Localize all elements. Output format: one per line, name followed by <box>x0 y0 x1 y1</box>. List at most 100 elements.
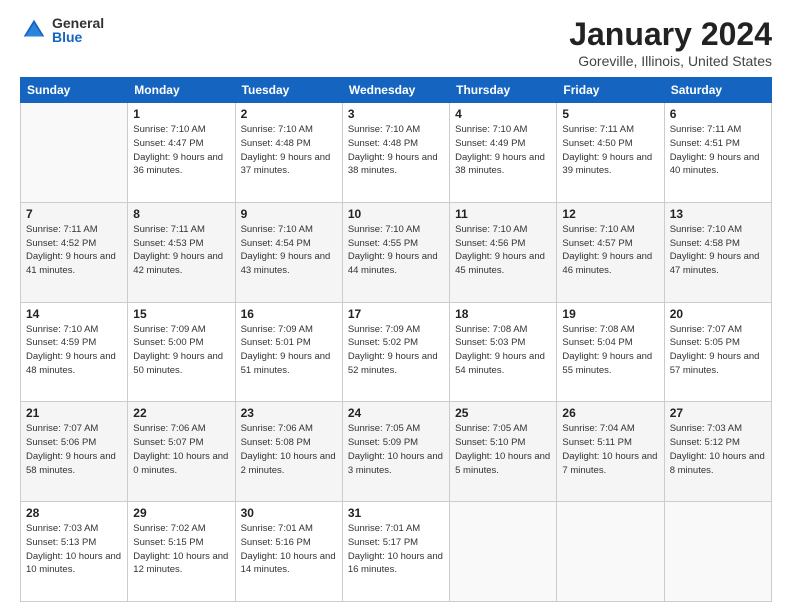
calendar-title: January 2024 <box>569 16 772 53</box>
day-number: 18 <box>455 307 551 321</box>
col-thursday: Thursday <box>450 78 557 103</box>
day-info: Sunrise: 7:04 AMSunset: 5:11 PMDaylight:… <box>562 422 658 477</box>
day-info: Sunrise: 7:10 AMSunset: 4:54 PMDaylight:… <box>241 223 337 278</box>
day-number: 1 <box>133 107 229 121</box>
day-number: 22 <box>133 406 229 420</box>
calendar-cell: 11 Sunrise: 7:10 AMSunset: 4:56 PMDayligh… <box>450 202 557 302</box>
calendar-cell: 3Sunrise: 7:10 AMSunset: 4:48 PMDaylight… <box>342 103 449 203</box>
day-number: 17 <box>348 307 444 321</box>
calendar-cell: 23 Sunrise: 7:06 AMSunset: 5:08 PMDayligh… <box>235 402 342 502</box>
header: General Blue January 2024 Goreville, Ill… <box>20 16 772 69</box>
calendar-cell: 27 Sunrise: 7:03 AMSunset: 5:12 PMDayligh… <box>664 402 771 502</box>
day-number: 6 <box>670 107 766 121</box>
title-block: January 2024 Goreville, Illinois, United… <box>569 16 772 69</box>
calendar-cell: 6 Sunrise: 7:11 AMSunset: 4:51 PMDaylight… <box>664 103 771 203</box>
day-info: Sunrise: 7:10 AMSunset: 4:58 PMDaylight:… <box>670 223 766 278</box>
calendar-cell <box>557 502 664 602</box>
calendar-cell: 30 Sunrise: 7:01 AMSunset: 5:16 PMDayligh… <box>235 502 342 602</box>
day-info: Sunrise: 7:11 AMSunset: 4:52 PMDaylight:… <box>26 223 122 278</box>
day-number: 26 <box>562 406 658 420</box>
day-number: 2 <box>241 107 337 121</box>
page: General Blue January 2024 Goreville, Ill… <box>0 0 792 612</box>
day-number: 28 <box>26 506 122 520</box>
day-info: Sunrise: 7:09 AMSunset: 5:00 PMDaylight:… <box>133 323 229 378</box>
col-monday: Monday <box>128 78 235 103</box>
calendar-cell: 20 Sunrise: 7:07 AMSunset: 5:05 PMDayligh… <box>664 302 771 402</box>
calendar-cell <box>664 502 771 602</box>
col-wednesday: Wednesday <box>342 78 449 103</box>
calendar-cell: 31 Sunrise: 7:01 AMSunset: 5:17 PMDayligh… <box>342 502 449 602</box>
day-info: Sunrise: 7:07 AMSunset: 5:05 PMDaylight:… <box>670 323 766 378</box>
calendar-cell: 28 Sunrise: 7:03 AMSunset: 5:13 PMDayligh… <box>21 502 128 602</box>
day-info: Sunrise: 7:06 AMSunset: 5:08 PMDaylight:… <box>241 422 337 477</box>
calendar-cell: 2 Sunrise: 7:10 AMSunset: 4:48 PMDaylight… <box>235 103 342 203</box>
col-friday: Friday <box>557 78 664 103</box>
day-info: Sunrise: 7:09 AMSunset: 5:02 PMDaylight:… <box>348 323 444 378</box>
day-number: 23 <box>241 406 337 420</box>
calendar-cell: 22 Sunrise: 7:06 AMSunset: 5:07 PMDayligh… <box>128 402 235 502</box>
day-number: 13 <box>670 207 766 221</box>
day-number: 24 <box>348 406 444 420</box>
day-info: Sunrise: 7:05 AMSunset: 5:10 PMDaylight:… <box>455 422 551 477</box>
calendar-cell <box>450 502 557 602</box>
day-info: Sunrise: 7:03 AMSunset: 5:12 PMDaylight:… <box>670 422 766 477</box>
logo-general-text: General <box>52 16 104 30</box>
calendar-cell: 21 Sunrise: 7:07 AMSunset: 5:06 PMDayligh… <box>21 402 128 502</box>
calendar-cell: 1 Sunrise: 7:10 AMSunset: 4:47 PMDaylight… <box>128 103 235 203</box>
calendar-cell: 15 Sunrise: 7:09 AMSunset: 5:00 PMDayligh… <box>128 302 235 402</box>
day-info: Sunrise: 7:10 AMSunset: 4:55 PMDaylight:… <box>348 223 444 278</box>
day-info: Sunrise: 7:11 AMSunset: 4:53 PMDaylight:… <box>133 223 229 278</box>
day-number: 19 <box>562 307 658 321</box>
calendar-cell: 19 Sunrise: 7:08 AMSunset: 5:04 PMDayligh… <box>557 302 664 402</box>
day-number: 9 <box>241 207 337 221</box>
day-number: 5 <box>562 107 658 121</box>
calendar-table: Sunday Monday Tuesday Wednesday Thursday… <box>20 77 772 602</box>
day-number: 30 <box>241 506 337 520</box>
day-number: 31 <box>348 506 444 520</box>
calendar-cell: 25 Sunrise: 7:05 AMSunset: 5:10 PMDayligh… <box>450 402 557 502</box>
day-info: Sunrise: 7:11 AMSunset: 4:51 PMDaylight:… <box>670 123 766 178</box>
day-number: 15 <box>133 307 229 321</box>
calendar-cell: 8 Sunrise: 7:11 AMSunset: 4:53 PMDaylight… <box>128 202 235 302</box>
day-info: Sunrise: 7:07 AMSunset: 5:06 PMDaylight:… <box>26 422 122 477</box>
day-info: Sunrise: 7:10 AMSunset: 4:56 PMDaylight:… <box>455 223 551 278</box>
calendar-location: Goreville, Illinois, United States <box>569 53 772 69</box>
day-info: Sunrise: 7:06 AMSunset: 5:07 PMDaylight:… <box>133 422 229 477</box>
calendar-week-row-5: 28 Sunrise: 7:03 AMSunset: 5:13 PMDayligh… <box>21 502 772 602</box>
day-number: 12 <box>562 207 658 221</box>
day-info: Sunrise: 7:10 AMSunset: 4:47 PMDaylight:… <box>133 123 229 178</box>
day-number: 27 <box>670 406 766 420</box>
day-number: 21 <box>26 406 122 420</box>
col-tuesday: Tuesday <box>235 78 342 103</box>
day-number: 25 <box>455 406 551 420</box>
day-info: Sunrise: 7:10 AMSunset: 4:48 PMDaylight:… <box>241 123 337 178</box>
logo-blue-text: Blue <box>52 30 104 44</box>
logo-text: General Blue <box>52 16 104 44</box>
day-number: 8 <box>133 207 229 221</box>
day-info: Sunrise: 7:10 AMSunset: 4:57 PMDaylight:… <box>562 223 658 278</box>
col-sunday: Sunday <box>21 78 128 103</box>
calendar-cell: 17 Sunrise: 7:09 AMSunset: 5:02 PMDayligh… <box>342 302 449 402</box>
calendar-week-row-3: 14Sunrise: 7:10 AMSunset: 4:59 PMDayligh… <box>21 302 772 402</box>
day-number: 10 <box>348 207 444 221</box>
logo-icon <box>20 16 48 44</box>
calendar-cell <box>21 103 128 203</box>
calendar-cell: 7Sunrise: 7:11 AMSunset: 4:52 PMDaylight… <box>21 202 128 302</box>
day-info: Sunrise: 7:08 AMSunset: 5:04 PMDaylight:… <box>562 323 658 378</box>
day-info: Sunrise: 7:03 AMSunset: 5:13 PMDaylight:… <box>26 522 122 577</box>
calendar-cell: 26 Sunrise: 7:04 AMSunset: 5:11 PMDayligh… <box>557 402 664 502</box>
calendar-week-row-2: 7Sunrise: 7:11 AMSunset: 4:52 PMDaylight… <box>21 202 772 302</box>
calendar-cell: 29Sunrise: 7:02 AMSunset: 5:15 PMDayligh… <box>128 502 235 602</box>
logo: General Blue <box>20 16 104 44</box>
calendar-cell: 12 Sunrise: 7:10 AMSunset: 4:57 PMDayligh… <box>557 202 664 302</box>
calendar-cell: 9 Sunrise: 7:10 AMSunset: 4:54 PMDaylight… <box>235 202 342 302</box>
day-info: Sunrise: 7:01 AMSunset: 5:16 PMDaylight:… <box>241 522 337 577</box>
day-number: 14 <box>26 307 122 321</box>
day-info: Sunrise: 7:11 AMSunset: 4:50 PMDaylight:… <box>562 123 658 178</box>
day-info: Sunrise: 7:01 AMSunset: 5:17 PMDaylight:… <box>348 522 444 577</box>
day-number: 11 <box>455 207 551 221</box>
day-number: 20 <box>670 307 766 321</box>
calendar-cell: 16 Sunrise: 7:09 AMSunset: 5:01 PMDayligh… <box>235 302 342 402</box>
day-number: 16 <box>241 307 337 321</box>
day-info: Sunrise: 7:09 AMSunset: 5:01 PMDaylight:… <box>241 323 337 378</box>
